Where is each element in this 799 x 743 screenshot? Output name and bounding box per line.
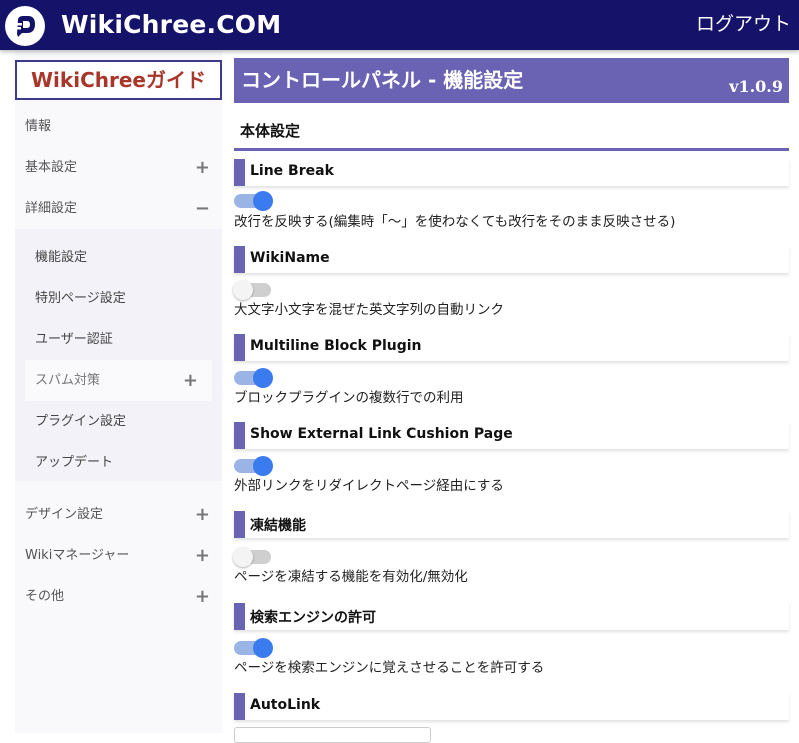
sidebar-item-other[interactable]: その他 + — [15, 576, 222, 617]
setting-header-wikiname: WikiName — [234, 246, 789, 273]
sidebar-subitem-label: 特別ページ設定 — [35, 291, 126, 306]
sidebar-item-label: 基本設定 — [25, 160, 78, 175]
setting-header-search-engine: 検索エンジンの許可 — [234, 603, 789, 630]
setting-header-freeze: 凍結機能 — [234, 511, 789, 538]
line-break-toggle[interactable] — [234, 191, 273, 211]
sidebar-item-label: Wikiマネージャー — [25, 548, 130, 563]
setting-name: Multiline Block Plugin — [250, 338, 422, 354]
setting-name: Show External Link Cushion Page — [250, 426, 513, 442]
section-title-text: 本体設定 — [240, 122, 301, 140]
wikichree-logo-icon[interactable] — [5, 6, 45, 46]
sidebar-item-wiki-manager[interactable]: Wikiマネージャー + — [15, 535, 222, 576]
search-engine-toggle[interactable] — [234, 638, 273, 658]
collapse-minus-icon[interactable]: − — [195, 188, 210, 229]
sidebar-subitem-label: アップデート — [35, 455, 114, 470]
advanced-settings-submenu: 機能設定 特別ページ設定 ユーザー認証 スパム対策 + プラグイン設定 アップデ… — [15, 229, 222, 481]
accent-bar — [234, 246, 245, 273]
accent-bar — [234, 693, 245, 720]
sidebar-item-basic-settings[interactable]: 基本設定 + — [15, 147, 222, 188]
sidebar-subitem-update[interactable]: アップデート — [15, 442, 222, 483]
accent-bar — [234, 511, 245, 538]
sidebar-subitem-spam[interactable]: スパム対策 + — [25, 360, 212, 401]
expand-plus-icon[interactable]: + — [195, 494, 210, 535]
toggle-knob — [253, 191, 273, 211]
sidebar-subitem-label: 機能設定 — [35, 250, 88, 265]
setting-description: 外部リンクをリダイレクトページ経由にする — [234, 478, 504, 494]
toggle-knob — [253, 368, 273, 388]
section-title: 本体設定 — [234, 114, 789, 151]
site-title[interactable]: WikiChree.COM — [61, 9, 281, 41]
accent-bar — [234, 422, 245, 449]
logout-link[interactable]: ログアウト — [696, 10, 791, 38]
setting-name: WikiName — [250, 250, 330, 266]
sidebar: WikiChreeガイド 情報 基本設定 + 詳細設定 − 機能設定 特別ページ… — [15, 50, 222, 733]
setting-header-autolink: AutoLink — [234, 693, 789, 720]
accent-bar — [234, 334, 245, 361]
guide-title-box[interactable]: WikiChreeガイド — [15, 60, 222, 100]
toggle-knob — [253, 638, 273, 658]
accent-bar — [234, 159, 245, 186]
setting-header-multiline-block-plugin: Multiline Block Plugin — [234, 334, 789, 361]
setting-name: 検索エンジンの許可 — [250, 610, 376, 626]
wikiname-toggle[interactable] — [233, 280, 271, 300]
sidebar-subitem-special-pages[interactable]: 特別ページ設定 — [15, 278, 222, 319]
setting-name: 凍結機能 — [250, 518, 306, 534]
expand-plus-icon[interactable]: + — [183, 360, 198, 401]
sidebar-item-advanced-settings[interactable]: 詳細設定 − — [15, 188, 222, 229]
setting-description: ページを検索エンジンに覚えさせることを許可する — [234, 660, 545, 676]
toggle-knob — [253, 456, 273, 476]
autolink-input[interactable] — [234, 727, 431, 743]
main-content: コントロールパネル - 機能設定 v1.0.9 本体設定 Line Break … — [233, 50, 789, 743]
sidebar-subitem-label: ユーザー認証 — [35, 332, 113, 347]
external-link-cushion-toggle[interactable] — [234, 456, 273, 476]
version-label: v1.0.9 — [729, 77, 783, 96]
expand-plus-icon[interactable]: + — [195, 147, 210, 188]
toggle-knob — [233, 280, 253, 300]
accent-bar — [234, 603, 245, 630]
setting-header-line-break: Line Break — [234, 159, 789, 186]
sidebar-subitem-feature-settings[interactable]: 機能設定 — [15, 237, 222, 278]
guide-title: WikiChreeガイド — [31, 68, 206, 92]
setting-description: ページを凍結する機能を有効化/無効化 — [234, 569, 468, 585]
expand-plus-icon[interactable]: + — [195, 576, 210, 617]
panel-header: コントロールパネル - 機能設定 v1.0.9 — [234, 58, 789, 103]
page-title: コントロールパネル - 機能設定 — [241, 68, 524, 92]
setting-header-external-link-cushion: Show External Link Cushion Page — [234, 422, 789, 449]
toggle-knob — [233, 547, 253, 567]
freeze-toggle[interactable] — [233, 547, 271, 567]
setting-name: Line Break — [250, 163, 334, 179]
sidebar-subitem-label: スパム対策 — [35, 373, 101, 388]
top-bar: WikiChree.COM ログアウト — [0, 0, 799, 50]
sidebar-subitem-plugins[interactable]: プラグイン設定 — [15, 401, 222, 442]
sidebar-subitem-user-auth[interactable]: ユーザー認証 — [15, 319, 222, 360]
sidebar-item-info[interactable]: 情報 — [15, 106, 222, 147]
multiline-block-plugin-toggle[interactable] — [234, 368, 273, 388]
setting-name: AutoLink — [250, 697, 321, 713]
setting-description: 改行を反映する(編集時「～」を使わなくても改行をそのまま反映させる) — [234, 214, 676, 230]
sidebar-item-label: その他 — [25, 589, 65, 604]
sidebar-item-label: 情報 — [25, 119, 52, 134]
sidebar-item-design[interactable]: デザイン設定 + — [15, 494, 222, 535]
expand-plus-icon[interactable]: + — [195, 535, 210, 576]
sidebar-item-label: デザイン設定 — [25, 507, 104, 522]
sidebar-item-label: 詳細設定 — [25, 201, 78, 216]
setting-description: 大文字小文字を混ぜた英文字列の自動リンク — [234, 302, 504, 318]
sidebar-subitem-label: プラグイン設定 — [35, 414, 127, 429]
setting-description: ブロックプラグインの複数行での利用 — [234, 390, 464, 406]
